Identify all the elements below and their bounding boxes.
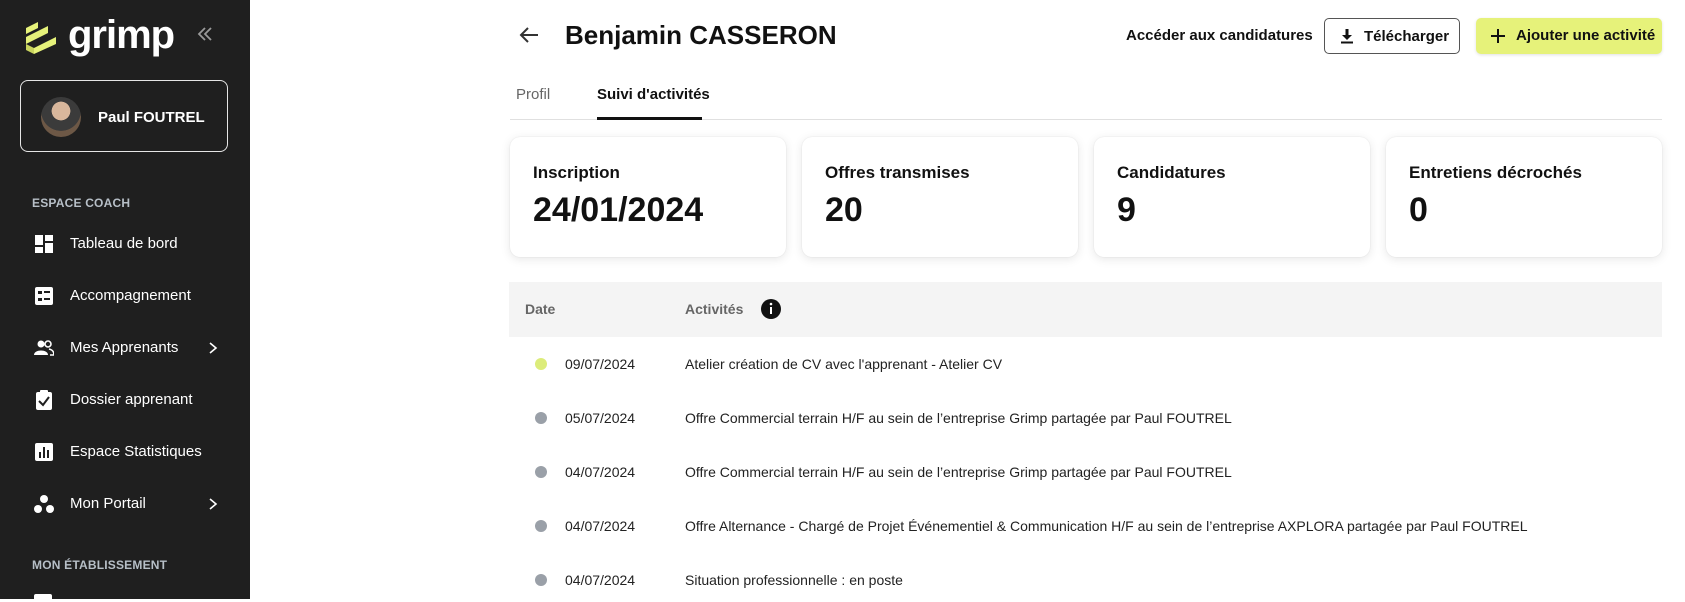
grimp-logo-icon	[26, 22, 56, 54]
info-icon[interactable]	[760, 298, 782, 320]
sidebar-item-label: Tableau de bord	[70, 235, 178, 252]
stat-label: Candidatures	[1117, 163, 1226, 182]
user-name: Paul FOUTREL	[98, 109, 205, 126]
sidebar-item-accompagnement[interactable]: Accompagnement	[0, 274, 250, 318]
section-label-espace-coach: ESPACE COACH	[32, 196, 131, 210]
column-header-activities: Activités	[685, 301, 744, 317]
clipboard-check-icon	[36, 390, 52, 410]
stat-value: 20	[825, 191, 863, 229]
logo[interactable]: grimp	[24, 13, 224, 57]
row-activity: Offre Commercial terrain H/F au sein de …	[685, 410, 1232, 426]
sidebar-item-tableau-de-bord[interactable]: Tableau de bord	[0, 222, 250, 266]
status-dot	[535, 358, 547, 370]
sidebar-item-label: Mes Apprenants	[70, 339, 179, 356]
add-activity-button[interactable]: Ajouter une activité	[1476, 18, 1662, 54]
stat-card-inscription: Inscription 24/01/2024	[510, 137, 786, 257]
collapse-sidebar-icon[interactable]	[195, 24, 215, 44]
sidebar-item-label: Accompagnement	[70, 287, 191, 304]
stat-card-offres-transmises: Offres transmises 20	[802, 137, 1078, 257]
download-button-label: Télécharger	[1364, 28, 1450, 45]
brand-name: grimp	[68, 13, 175, 57]
user-profile-card[interactable]: Paul FOUTREL	[20, 80, 228, 152]
stat-label: Inscription	[533, 163, 620, 182]
sidebar-item-label: Mon Portail	[70, 495, 146, 512]
avatar	[41, 97, 81, 137]
table-row[interactable]: 09/07/2024 Atelier création de CV avec l…	[509, 337, 1662, 391]
access-applications-link[interactable]: Accéder aux candidatures	[1126, 27, 1313, 44]
row-activity: Offre Commercial terrain H/F au sein de …	[685, 464, 1232, 480]
table-row[interactable]: 04/07/2024 Offre Commercial terrain H/F …	[509, 445, 1662, 499]
row-activity: Offre Alternance - Chargé de Projet Évén…	[685, 518, 1528, 534]
tab-suivi-activites[interactable]: Suivi d'activités	[597, 86, 710, 103]
table-header: Date Activités	[509, 282, 1662, 337]
stat-card-entretiens-decroches: Entretiens décrochés 0	[1386, 137, 1662, 257]
stat-value: 24/01/2024	[533, 191, 704, 229]
sidebar: grimp Paul FOUTREL ESPACE COACH Tableau …	[0, 0, 250, 602]
stat-value: 0	[1409, 191, 1428, 229]
back-arrow-icon[interactable]	[518, 24, 540, 46]
active-tab-indicator	[597, 117, 702, 120]
table-row[interactable]: 05/07/2024 Offre Commercial terrain H/F …	[509, 391, 1662, 445]
download-button[interactable]: Télécharger	[1324, 18, 1460, 54]
section-label-mon-etablissement: MON ÉTABLISSEMENT	[32, 558, 168, 572]
sidebar-item-label: Espace Statistiques	[70, 443, 202, 460]
row-date: 05/07/2024	[565, 410, 636, 426]
stat-label: Entretiens décrochés	[1409, 163, 1582, 182]
sidebar-item-mes-apprenants[interactable]: Mes Apprenants	[0, 326, 250, 370]
sidebar-item-dossier-apprenant[interactable]: Dossier apprenant	[0, 378, 250, 422]
status-dot	[535, 466, 547, 478]
add-activity-button-label: Ajouter une activité	[1516, 27, 1656, 44]
status-dot	[535, 574, 547, 586]
tab-profil[interactable]: Profil	[516, 86, 550, 103]
row-activity: Situation professionnelle : en poste	[685, 572, 903, 588]
page-title: Benjamin CASSERON	[565, 20, 837, 50]
row-date: 09/07/2024	[565, 356, 636, 372]
row-date: 04/07/2024	[565, 572, 636, 588]
status-dot	[535, 520, 547, 532]
status-dot	[535, 412, 547, 424]
people-icon	[34, 340, 54, 356]
column-header-date[interactable]: Date	[525, 301, 555, 317]
bar-chart-icon	[35, 443, 53, 461]
download-icon	[1341, 29, 1353, 44]
chevron-right-icon	[209, 498, 218, 510]
sidebar-item-espace-statistiques[interactable]: Espace Statistiques	[0, 430, 250, 474]
dashboard-icon	[35, 235, 53, 253]
chevron-right-icon	[209, 342, 218, 354]
row-date: 04/07/2024	[565, 518, 636, 534]
partial-nav-icon	[34, 594, 52, 602]
stat-value: 9	[1117, 191, 1136, 229]
stat-card-candidatures: Candidatures 9	[1094, 137, 1370, 257]
row-date: 04/07/2024	[565, 464, 636, 480]
checklist-icon	[35, 287, 53, 305]
stat-label: Offres transmises	[825, 163, 970, 182]
table-row[interactable]: 04/07/2024 Situation professionnelle : e…	[509, 553, 1662, 599]
portal-icon	[34, 495, 54, 513]
plus-icon	[1491, 29, 1505, 43]
row-activity: Atelier création de CV avec l'apprenant …	[685, 356, 1003, 372]
sidebar-item-mon-portail[interactable]: Mon Portail	[0, 482, 250, 526]
table-row[interactable]: 04/07/2024 Offre Alternance - Chargé de …	[509, 499, 1662, 553]
activity-table: Date Activités 09/07/2024 Atelier créati…	[509, 282, 1662, 599]
sidebar-item-label: Dossier apprenant	[70, 391, 193, 408]
